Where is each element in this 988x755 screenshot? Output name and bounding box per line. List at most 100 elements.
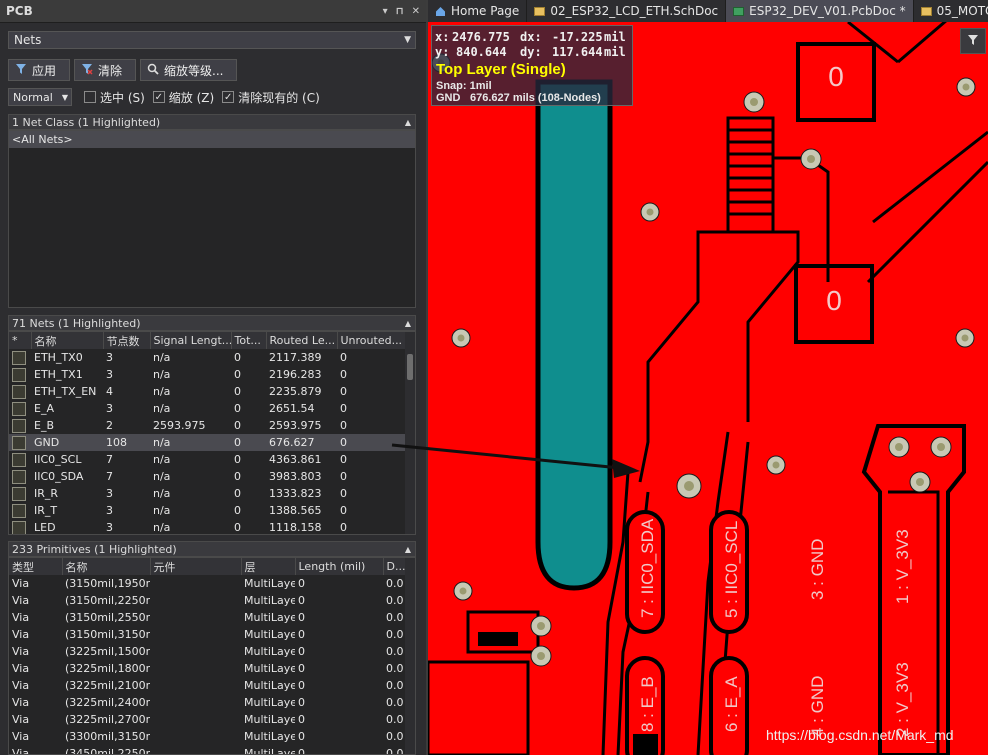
primitive-name-cell: (3225mil,2700mil) bbox=[65, 713, 150, 726]
col-nodes[interactable]: 节点数 bbox=[103, 332, 151, 349]
col-unrouted[interactable]: Unrouted... bbox=[337, 332, 408, 349]
table-row[interactable]: Via (3150mil,2550mil) MultiLayer0 0.0 bbox=[9, 609, 407, 626]
col-name[interactable]: 名称 bbox=[62, 558, 151, 575]
tab-pcbdoc[interactable]: ESP32_DEV_V01.PcbDoc * bbox=[726, 0, 914, 22]
net-unrouted-cell: 0 bbox=[340, 453, 347, 466]
primitive-layer-cell: MultiLayer bbox=[244, 611, 295, 624]
panel-menu-icon[interactable]: ▾ bbox=[383, 6, 388, 17]
net-color-swatch[interactable] bbox=[9, 502, 31, 519]
net-color-swatch[interactable] bbox=[9, 485, 31, 502]
table-row[interactable]: Via (3450mil,2250mil) MultiLayer0 0.0 bbox=[9, 745, 407, 754]
table-row[interactable]: Via (3225mil,2700mil) MultiLayer0 0.0 bbox=[9, 711, 407, 728]
zoom-level-label: 缩放等级... bbox=[164, 63, 224, 78]
table-row[interactable]: ETH_TX_EN 4 n/a 0 2235.879 0 bbox=[9, 383, 407, 400]
net-name-cell: IIC0_SCL bbox=[34, 453, 82, 466]
primitive-d-cell: 0.0 bbox=[386, 696, 404, 709]
primitive-name-cell: (3150mil,3150mil) bbox=[65, 628, 150, 641]
col-total[interactable]: Tot... bbox=[231, 332, 267, 349]
zoom-checkbox[interactable]: ✓ 缩放 (Z) bbox=[152, 89, 214, 106]
canvas-filter-button[interactable] bbox=[960, 28, 986, 54]
table-row[interactable]: Via (3150mil,3150mil) MultiLayer0 0.0 bbox=[9, 626, 407, 643]
table-row[interactable]: GND 108 n/a 0 676.627 0 bbox=[9, 434, 407, 451]
tab-label: ESP32_DEV_V01.PcbDoc * bbox=[749, 4, 906, 18]
primitive-type-cell: Via bbox=[12, 577, 30, 590]
table-row[interactable]: Via (3225mil,2100mil) MultiLayer0 0.0 bbox=[9, 677, 407, 694]
hud-dx-label: dx: bbox=[520, 30, 542, 44]
magnifier-icon bbox=[147, 63, 159, 78]
net-color-swatch[interactable] bbox=[9, 366, 31, 383]
net-name-cell: IR_R bbox=[34, 487, 59, 500]
col-name[interactable]: 名称 bbox=[31, 332, 104, 349]
net-name-cell: ETH_TX1 bbox=[34, 368, 83, 381]
schematic-doc-icon bbox=[920, 6, 932, 17]
panel-close-icon[interactable]: ✕ bbox=[412, 6, 420, 17]
primitives-header: 233 Primitives (1 Highlighted) ▲ bbox=[8, 541, 416, 557]
clear-button[interactable]: 清除 bbox=[74, 59, 136, 81]
chevron-down-icon: ▼ bbox=[404, 35, 411, 45]
nets-scrollbar[interactable] bbox=[405, 332, 415, 534]
clear-label: 清除 bbox=[98, 63, 123, 78]
primitive-type-cell: Via bbox=[12, 713, 30, 726]
table-row[interactable]: Via (3150mil,2250mil) MultiLayer0 0.0 bbox=[9, 592, 407, 609]
table-row[interactable]: E_A 3 n/a 0 2651.54 0 bbox=[9, 400, 407, 417]
pcb-canvas[interactable]: 0 0 7 : IIC0_SDA 5 : IIC0_SCL 3 : GND 1 … bbox=[428, 22, 988, 755]
col-type[interactable]: 类型 bbox=[9, 558, 63, 575]
table-row[interactable]: E_B 2 2593.975 0 2593.975 0 bbox=[9, 417, 407, 434]
primitive-layer-cell: MultiLayer bbox=[244, 628, 295, 641]
mode-select[interactable]: Nets ▼ bbox=[8, 31, 416, 49]
table-row[interactable]: IR_R 3 n/a 0 1333.823 0 bbox=[9, 485, 407, 502]
net-tot-cell: 0 bbox=[234, 453, 241, 466]
net-color-swatch[interactable] bbox=[9, 451, 31, 468]
table-row[interactable]: Via (3225mil,1800mil) MultiLayer0 0.0 bbox=[9, 660, 407, 677]
net-name-cell: ETH_TX0 bbox=[34, 351, 83, 364]
scroll-thumb[interactable] bbox=[407, 354, 413, 380]
net-color-swatch[interactable] bbox=[9, 349, 31, 366]
primitives-scrollbar[interactable] bbox=[405, 558, 415, 754]
collapse-icon[interactable]: ▲ bbox=[405, 118, 411, 127]
table-row[interactable]: Via (3300mil,3150mil) MultiLayer0 0.0 bbox=[9, 728, 407, 745]
primitives-table: 类型 名称 元件 层 Length (mil) D... Via (3150mil… bbox=[9, 558, 408, 754]
table-row[interactable]: IR_T 3 n/a 0 1388.565 0 bbox=[9, 502, 407, 519]
select-checkbox[interactable]: 选中 (S) bbox=[84, 89, 145, 106]
primitive-comp-cell bbox=[150, 609, 241, 626]
collapse-icon[interactable]: ▲ bbox=[405, 319, 411, 328]
net-tot-cell: 0 bbox=[234, 470, 241, 483]
net-color-swatch[interactable] bbox=[9, 468, 31, 485]
col-star[interactable]: * bbox=[9, 332, 32, 349]
net-unrouted-cell: 0 bbox=[340, 351, 347, 364]
tab-schdoc-lcd-eth[interactable]: 02_ESP32_LCD_ETH.SchDoc bbox=[527, 0, 727, 22]
zoom-level-button[interactable]: 缩放等级... bbox=[140, 59, 237, 81]
col-signal-length[interactable]: Signal Lengt... bbox=[150, 332, 232, 349]
view-mode-select[interactable]: Normal ▼ bbox=[8, 88, 72, 106]
table-row[interactable]: IIC0_SCL 7 n/a 0 4363.861 0 bbox=[9, 451, 407, 468]
table-row[interactable]: ETH_TX1 3 n/a 0 2196.283 0 bbox=[9, 366, 407, 383]
col-length[interactable]: Length (mil) bbox=[295, 558, 384, 575]
net-nodes-cell: 3 bbox=[106, 487, 113, 500]
mode-select-value: Nets bbox=[14, 33, 42, 47]
net-color-swatch[interactable] bbox=[9, 519, 31, 534]
net-color-swatch[interactable] bbox=[9, 400, 31, 417]
table-row[interactable]: LED 3 n/a 0 1118.158 0 bbox=[9, 519, 407, 534]
primitive-layer-cell: MultiLayer bbox=[244, 696, 295, 709]
net-color-swatch[interactable] bbox=[9, 417, 31, 434]
primitive-comp-cell bbox=[150, 643, 241, 660]
collapse-icon[interactable]: ▲ bbox=[405, 545, 411, 554]
list-item[interactable]: <All Nets> bbox=[9, 131, 415, 148]
table-row[interactable]: Via (3150mil,1950mil) MultiLayer0 0.0 bbox=[9, 575, 407, 592]
tab-home-page[interactable]: Home Page bbox=[428, 0, 528, 22]
col-routed-length[interactable]: Routed Le... bbox=[266, 332, 338, 349]
col-component[interactable]: 元件 bbox=[150, 558, 242, 575]
apply-button[interactable]: 应用 bbox=[8, 59, 70, 81]
net-color-swatch[interactable] bbox=[9, 434, 31, 451]
table-row[interactable]: Via (3225mil,2400mil) MultiLayer0 0.0 bbox=[9, 694, 407, 711]
col-d[interactable]: D... bbox=[383, 558, 408, 575]
col-layer[interactable]: 层 bbox=[241, 558, 296, 575]
net-signal-cell: n/a bbox=[153, 521, 171, 534]
clear-existing-checkbox[interactable]: ✓ 清除现有的 (C) bbox=[222, 89, 320, 106]
panel-pin-icon[interactable]: ⊓ bbox=[396, 6, 404, 17]
table-row[interactable]: ETH_TX0 3 n/a 0 2117.389 0 bbox=[9, 349, 407, 366]
table-row[interactable]: Via (3225mil,1500mil) MultiLayer0 0.0 bbox=[9, 643, 407, 660]
tab-schdoc-motor[interactable]: 05_MOTOR_DAC_TP.SchDoc bbox=[914, 0, 988, 22]
net-color-swatch[interactable] bbox=[9, 383, 31, 400]
table-row[interactable]: IIC0_SDA 7 n/a 0 3983.803 0 bbox=[9, 468, 407, 485]
